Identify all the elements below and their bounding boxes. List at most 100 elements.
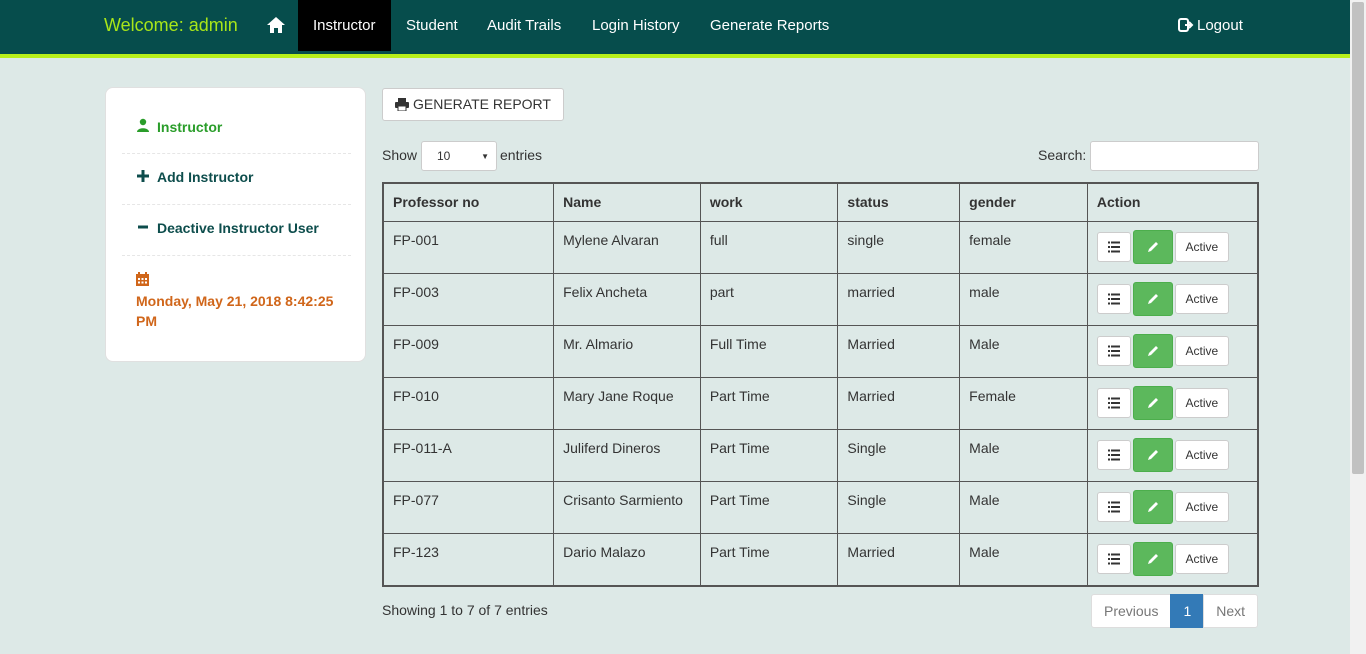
edit-button[interactable] <box>1132 490 1173 524</box>
current-datetime: Monday, May 21, 2018 8:42:25 PM <box>136 271 351 331</box>
table-row: FP-003 Felix Ancheta part married male Active <box>382 273 1259 326</box>
sidebar-item-deactive-user[interactable]: Deactive Instructor User <box>122 220 351 256</box>
search-input[interactable] <box>1090 141 1259 171</box>
view-details-button[interactable] <box>1096 388 1131 418</box>
cell-name: Dario Malazo <box>553 533 701 586</box>
table-row: FP-010 Mary Jane Roque Part Time Married Fem… <box>382 377 1259 430</box>
nav-audit-trails[interactable]: Audit Trails <box>472 0 576 51</box>
previous-button[interactable]: Previous <box>1091 594 1172 628</box>
cell-action: Active <box>1086 377 1259 430</box>
cell-work: Full Time <box>699 325 839 378</box>
cell-name: Mary Jane Roque <box>553 377 701 430</box>
cell-work: Part Time <box>699 533 839 586</box>
cell-name: Juliferd Dineros <box>553 429 701 482</box>
list-icon <box>1107 293 1120 305</box>
logout-link[interactable]: Logout <box>1178 0 1243 51</box>
cell-action: Active <box>1086 429 1259 482</box>
cell-status: Single <box>837 429 961 482</box>
home-icon[interactable] <box>259 14 293 38</box>
cell-gender: female <box>959 221 1088 274</box>
nav-login-history[interactable]: Login History <box>577 0 695 51</box>
edit-button[interactable] <box>1132 386 1173 420</box>
logout-label: Logout <box>1197 17 1243 34</box>
edit-button[interactable] <box>1132 542 1173 576</box>
list-icon <box>1107 449 1120 461</box>
active-toggle-button[interactable]: Active <box>1174 284 1229 314</box>
nav-instructor[interactable]: Instructor <box>298 0 391 51</box>
view-details-button[interactable] <box>1096 336 1131 366</box>
show-label: Show <box>382 147 418 163</box>
cell-gender: Male <box>959 429 1088 482</box>
active-toggle-button[interactable]: Active <box>1174 232 1229 262</box>
welcome-brand: Welcome: admin <box>104 15 238 35</box>
list-icon <box>1107 345 1120 357</box>
next-button[interactable]: Next <box>1203 594 1259 628</box>
scrollbar-thumb[interactable] <box>1352 2 1364 474</box>
cell-professor-no: FP-001 <box>382 221 555 274</box>
cell-work: Part Time <box>699 377 839 430</box>
cell-action: Active <box>1086 325 1259 378</box>
col-header-gender[interactable]: gender <box>959 182 1088 222</box>
cell-professor-no: FP-009 <box>382 325 555 378</box>
sidebar-item-add-instructor[interactable]: Add Instructor <box>122 169 351 205</box>
list-icon <box>1107 501 1120 513</box>
cell-gender: Male <box>959 533 1088 586</box>
col-header-action: Action <box>1086 182 1259 222</box>
cell-work: Part Time <box>699 429 839 482</box>
entries-select[interactable]: 10 ▼ <box>421 141 497 171</box>
pencil-icon <box>1147 554 1158 564</box>
entries-select-value: 10 <box>437 149 451 163</box>
col-header-work[interactable]: work <box>699 182 839 222</box>
cell-work: Part Time <box>699 481 839 534</box>
active-toggle-button[interactable]: Active <box>1174 492 1229 522</box>
cell-gender: male <box>959 273 1088 326</box>
edit-button[interactable] <box>1132 282 1173 316</box>
active-toggle-button[interactable]: Active <box>1174 336 1229 366</box>
active-toggle-button[interactable]: Active <box>1174 388 1229 418</box>
edit-button[interactable] <box>1132 334 1173 368</box>
table-row: FP-011-A Juliferd Dineros Part Time Single M… <box>382 429 1259 482</box>
col-header-professor-no[interactable]: Professor no <box>382 182 555 222</box>
page-scrollbar[interactable] <box>1350 0 1366 654</box>
view-details-button[interactable] <box>1096 440 1131 470</box>
list-icon <box>1107 553 1120 565</box>
cell-action: Active <box>1086 481 1259 534</box>
cell-status: married <box>837 273 961 326</box>
calendar-icon <box>136 271 351 291</box>
list-icon <box>1107 397 1120 409</box>
col-header-name[interactable]: Name <box>553 182 701 222</box>
cell-gender: Male <box>959 481 1088 534</box>
view-details-button[interactable] <box>1096 284 1131 314</box>
table-row: FP-001 Mylene Alvaran full single female Acti… <box>382 221 1259 274</box>
nav-student[interactable]: Student <box>391 0 473 51</box>
edit-button[interactable] <box>1132 438 1173 472</box>
view-details-button[interactable] <box>1096 492 1131 522</box>
col-header-status[interactable]: status <box>837 182 961 222</box>
sidebar-title[interactable]: Instructor <box>122 118 351 154</box>
cell-action: Active <box>1086 273 1259 326</box>
cell-action: Active <box>1086 533 1259 586</box>
sidebar-title-label: Instructor <box>157 119 223 135</box>
cell-work: part <box>699 273 839 326</box>
page-1-button[interactable]: 1 <box>1170 594 1205 628</box>
nav-generate-reports[interactable]: Generate Reports <box>695 0 844 51</box>
generate-report-button[interactable]: GENERATE REPORT <box>382 88 564 121</box>
active-toggle-button[interactable]: Active <box>1174 544 1229 574</box>
cell-status: Married <box>837 377 961 430</box>
cell-professor-no: FP-077 <box>382 481 555 534</box>
active-toggle-button[interactable]: Active <box>1174 440 1229 470</box>
view-details-button[interactable] <box>1096 544 1131 574</box>
list-icon <box>1107 241 1120 253</box>
edit-button[interactable] <box>1132 230 1173 264</box>
pagination: Previous 1 Next <box>1091 594 1259 628</box>
search-label: Search: <box>1038 147 1087 163</box>
top-navbar: Welcome: admin Instructor Student Audit … <box>0 0 1350 58</box>
minus-icon <box>135 220 151 236</box>
entries-label: entries <box>500 147 543 163</box>
cell-status: Single <box>837 481 961 534</box>
sidebar-item-label: Deactive Instructor User <box>157 220 319 236</box>
view-details-button[interactable] <box>1096 232 1131 262</box>
cell-work: full <box>699 221 839 274</box>
cell-name: Mr. Almario <box>553 325 701 378</box>
cell-status: Married <box>837 533 961 586</box>
